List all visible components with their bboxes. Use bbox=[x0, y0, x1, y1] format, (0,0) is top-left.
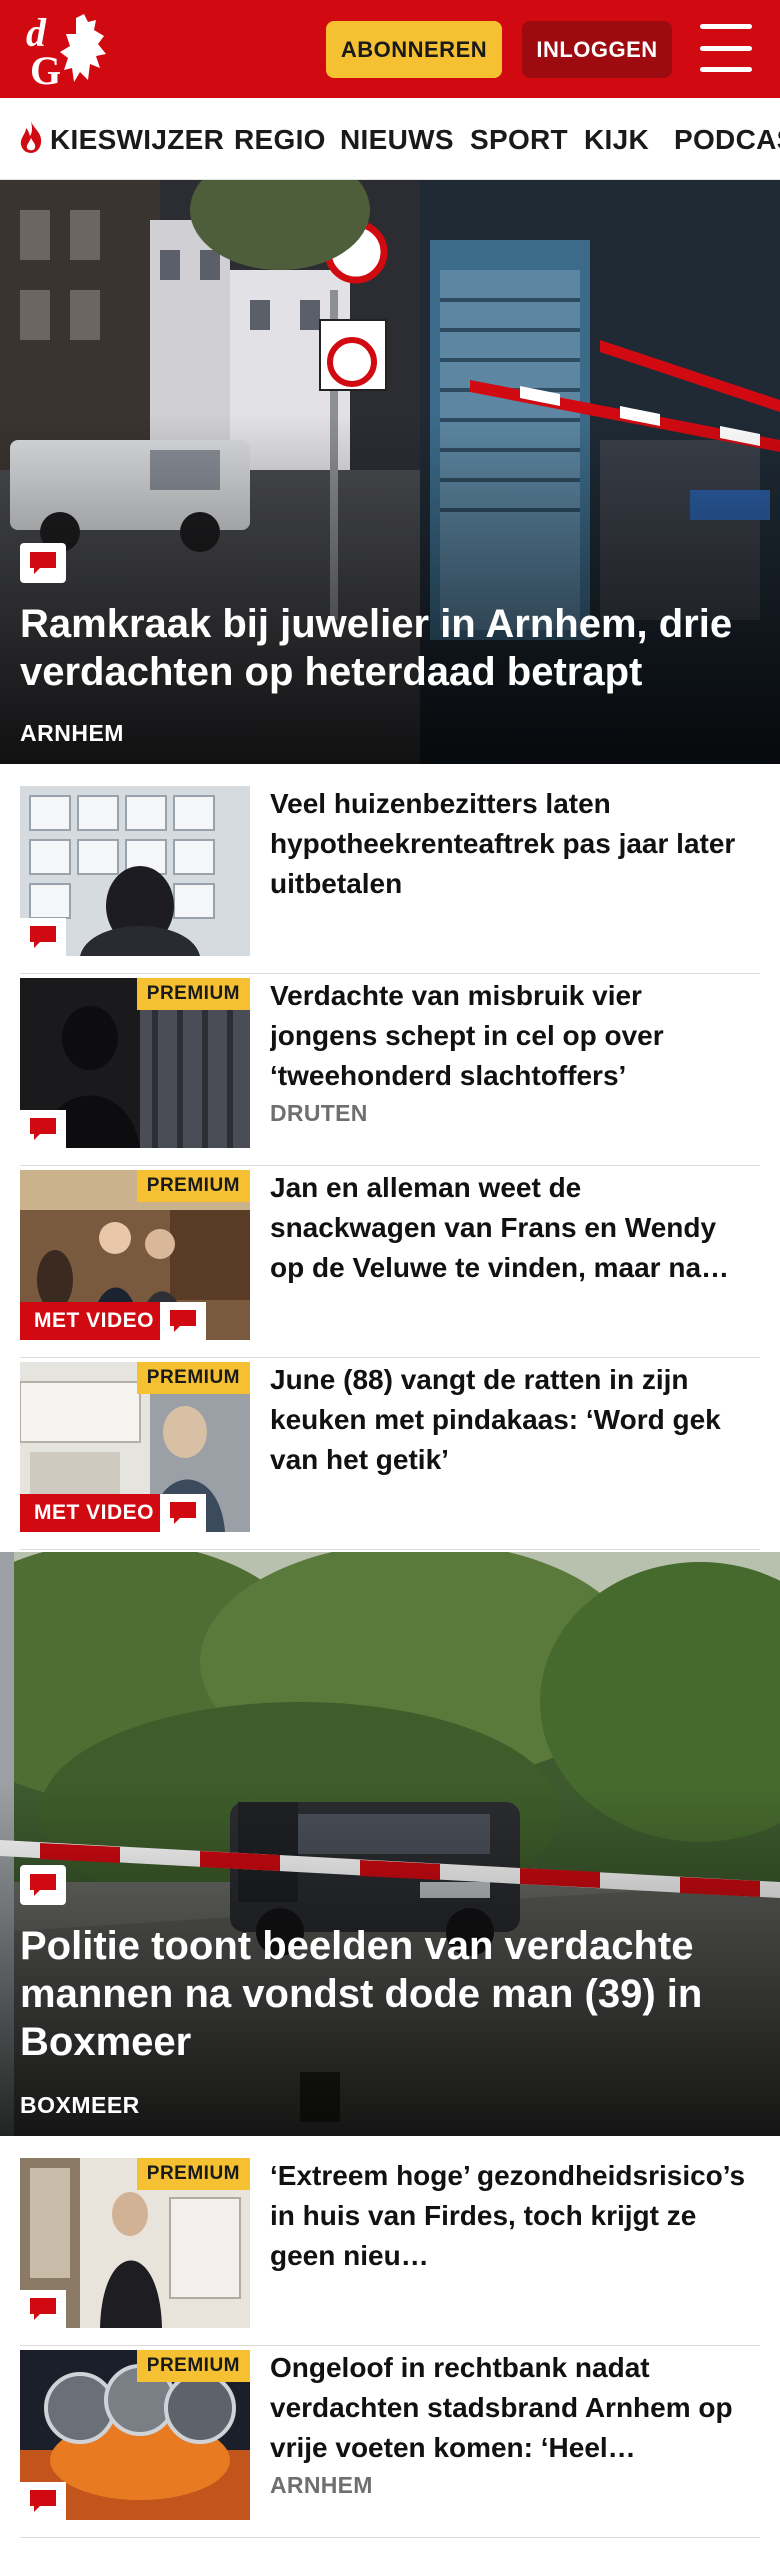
comment-icon bbox=[160, 1494, 206, 1532]
premium-badge: PREMIUM bbox=[136, 2158, 250, 2190]
comment-icon bbox=[20, 918, 66, 956]
list-item[interactable]: PREMIUM MET VIDEO Jan en alleman weet de… bbox=[20, 1168, 760, 1358]
video-badge: MET VIDEO bbox=[20, 1302, 169, 1340]
article-title[interactable]: Ongeloof in rechtbank nadat verdachten s… bbox=[270, 2348, 750, 2468]
article-title[interactable]: ‘Extreem hoge’ gezondheidsrisico’s in hu… bbox=[270, 2156, 750, 2276]
nav-item-regio[interactable]: REGIO bbox=[234, 124, 326, 156]
subscribe-button[interactable]: ABONNEREN bbox=[326, 21, 502, 78]
list-item[interactable]: PREMIUM Verdachte van misbruik vier jong… bbox=[20, 976, 760, 1166]
hero-location-2: BOXMEER bbox=[20, 2092, 140, 2118]
article-title[interactable]: Jan en alleman weet de snackwagen van Fr… bbox=[270, 1168, 750, 1288]
hero-article-2[interactable]: Politie toont beelden van verdachte mann… bbox=[0, 1552, 780, 2136]
hero-gradient bbox=[0, 413, 780, 764]
top-bar: d G ABONNEREN INLOGGEN bbox=[0, 0, 780, 98]
article-location: ARNHEM bbox=[270, 2472, 373, 2498]
premium-badge: PREMIUM bbox=[136, 1170, 250, 1202]
nav-item-kijk[interactable]: KIJK bbox=[584, 124, 649, 156]
comment-icon bbox=[20, 1865, 66, 1905]
list-item[interactable]: PREMIUM ‘Extreem hoge’ gezondheidsrisico… bbox=[20, 2156, 760, 2346]
hero-article-1[interactable]: Ramkraak bij juwelier in Arnhem, drie ve… bbox=[0, 180, 780, 764]
flame-icon bbox=[20, 121, 42, 153]
comment-icon bbox=[20, 2290, 66, 2328]
list-item[interactable]: PREMIUM MET VIDEO June (88) vangt de rat… bbox=[20, 1360, 760, 1550]
hero-title-1[interactable]: Ramkraak bij juwelier in Arnhem, drie ve… bbox=[20, 600, 756, 696]
hero-location-1: ARNHEM bbox=[20, 720, 124, 746]
login-button[interactable]: INLOGGEN bbox=[522, 21, 672, 78]
article-title[interactable]: Verdachte van misbruik vier jongens sche… bbox=[270, 976, 750, 1096]
premium-badge: PREMIUM bbox=[136, 2350, 250, 2382]
nav-item-podcasts[interactable]: PODCASTS bbox=[674, 124, 780, 156]
comment-icon bbox=[160, 1302, 206, 1340]
dg-logo-icon: d G bbox=[26, 10, 106, 93]
article-thumbnail: PREMIUM bbox=[20, 2158, 250, 2328]
article-thumbnail: PREMIUM bbox=[20, 2350, 250, 2520]
nav-item-sport[interactable]: SPORT bbox=[470, 124, 568, 156]
article-thumbnail: PREMIUM MET VIDEO bbox=[20, 1170, 250, 1340]
article-thumbnail: PREMIUM bbox=[20, 978, 250, 1148]
article-location: DRUTEN bbox=[270, 1100, 368, 1126]
comment-icon bbox=[20, 543, 66, 583]
comment-icon bbox=[20, 1110, 66, 1148]
hamburger-menu-icon[interactable] bbox=[700, 24, 752, 72]
comment-icon bbox=[20, 2482, 66, 2520]
article-title[interactable]: Veel huizenbezitters laten hypotheekrent… bbox=[270, 784, 750, 904]
article-thumbnail: PREMIUM MET VIDEO bbox=[20, 1362, 250, 1532]
list-item[interactable]: PREMIUM Ongeloof in rechtbank nadat verd… bbox=[20, 2348, 760, 2538]
article-title[interactable]: June (88) vangt de ratten in zijn keuken… bbox=[270, 1360, 750, 1480]
nav-item-kieswijzer[interactable]: KIESWIJZER bbox=[50, 124, 224, 156]
premium-badge: PREMIUM bbox=[136, 978, 250, 1010]
list-item[interactable]: Veel huizenbezitters laten hypotheekrent… bbox=[20, 784, 760, 974]
site-logo[interactable]: d G bbox=[24, 10, 124, 93]
nav-item-nieuws[interactable]: NIEUWS bbox=[340, 124, 454, 156]
video-badge: MET VIDEO bbox=[20, 1494, 169, 1532]
premium-badge: PREMIUM bbox=[136, 1362, 250, 1394]
article-thumbnail bbox=[20, 786, 250, 956]
hero-title-2[interactable]: Politie toont beelden van verdachte mann… bbox=[20, 1922, 756, 2066]
section-nav: KIESWIJZER REGIO NIEUWS SPORT KIJK PODCA… bbox=[0, 98, 780, 180]
svg-text:G: G bbox=[30, 48, 61, 90]
